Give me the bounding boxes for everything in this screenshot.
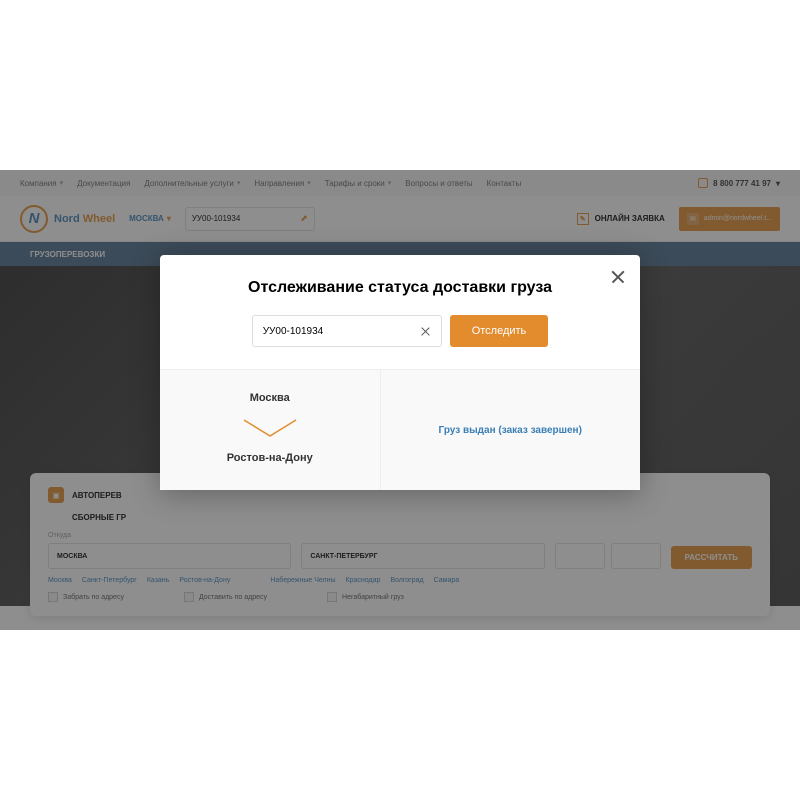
tracking-value: УУ00-101934 xyxy=(263,326,324,337)
tracking-modal: Отслеживание статуса доставки груза УУ00… xyxy=(160,255,640,490)
close-icon[interactable] xyxy=(610,269,626,285)
route-arrow-icon xyxy=(240,416,300,440)
route-column: Москва Ростов-на-Дону xyxy=(160,370,381,490)
tracking-input[interactable]: УУ00-101934 xyxy=(252,315,442,347)
status-column: Груз выдан (заказ завершен) xyxy=(381,370,641,490)
modal-title: Отслеживание статуса доставки груза xyxy=(160,255,640,315)
origin-city: Москва xyxy=(250,392,290,404)
delivery-status: Груз выдан (заказ завершен) xyxy=(439,425,582,436)
destination-city: Ростов-на-Дону xyxy=(227,452,313,464)
clear-icon[interactable] xyxy=(420,326,431,337)
track-button[interactable]: Отследить xyxy=(450,315,549,347)
